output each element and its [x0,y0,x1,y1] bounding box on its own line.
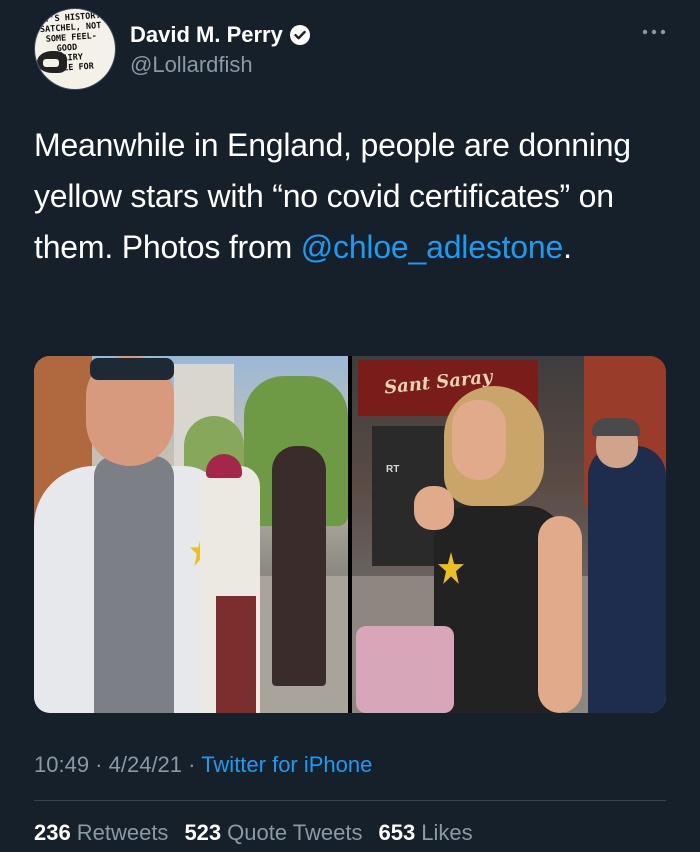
name-row: David M. Perry [130,22,311,48]
verified-icon [289,24,311,46]
tweet-stats: 236 Retweets 523 Quote Tweets 653 Likes [34,820,473,846]
photo-sunglasses [90,358,174,380]
photo-woman-face [452,400,506,480]
photo-left[interactable] [34,356,348,713]
tweet-text-end: . [563,229,572,265]
meta-separator: · [89,752,109,777]
more-icon[interactable] [642,24,666,36]
retweets-stat[interactable]: 236 Retweets [34,820,168,846]
photo-person-3 [272,446,326,686]
tweet-source-link[interactable]: Twitter for iPhone [201,752,372,777]
quote-tweets-count: 523 [184,820,222,845]
likes-count: 653 [378,820,416,845]
photo-window-text: RT [386,464,400,475]
quote-tweets-label: Quote Tweets [227,820,363,845]
photo-bag [356,626,454,713]
divider [34,800,666,801]
quote-tweets-stat[interactable]: 523 Quote Tweets [184,820,362,846]
photo-right[interactable]: Sant Saray RT [352,356,666,713]
meta-separator: · [182,752,202,777]
mention-link[interactable]: @chloe_adlestone [301,229,564,265]
photo-person-right [588,446,666,713]
avatar-figure [37,51,67,73]
tweet-header: IT'S HISTORY SATCHEL, NOT SOME FEEL- GOO… [34,8,666,90]
tweet-meta: 10:49 · 4/24/21 · Twitter for iPhone [34,752,372,778]
photo-woman-fist [414,486,454,530]
media-grid: Sant Saray RT [34,356,666,713]
avatar[interactable]: IT'S HISTORY SATCHEL, NOT SOME FEEL- GOO… [34,8,116,90]
photo-cap [592,418,640,436]
photo-person-pants [216,596,256,713]
photo-woman-arm [538,516,582,713]
likes-stat[interactable]: 653 Likes [379,820,473,846]
user-handle[interactable]: @Lollardfish [130,52,253,78]
tweet-time[interactable]: 10:49 [34,752,89,777]
photo-person-shirt [94,456,174,713]
tweet-text: Meanwhile in England, people are donning… [34,120,666,273]
retweets-label: Retweets [76,820,169,845]
likes-label: Likes [421,820,473,845]
tweet-date[interactable]: 4/24/21 [109,752,182,777]
display-name[interactable]: David M. Perry [130,22,283,48]
retweets-count: 236 [34,820,71,845]
